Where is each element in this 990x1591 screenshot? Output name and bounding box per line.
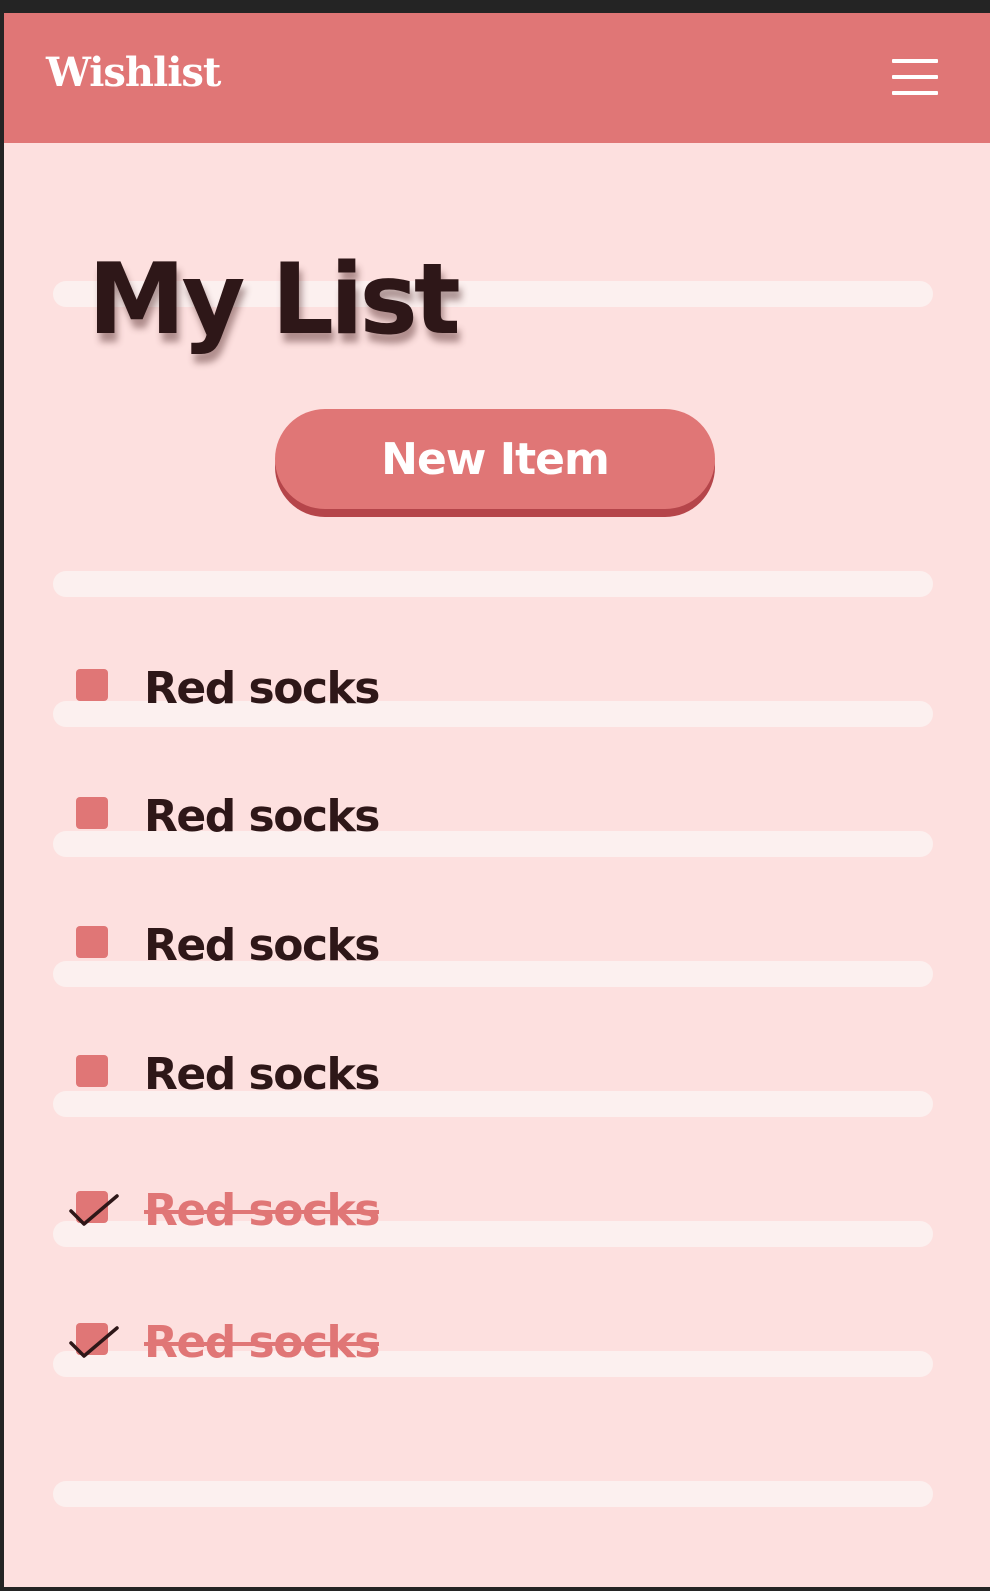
item-checkbox-checked[interactable] bbox=[76, 1191, 108, 1223]
hamburger-menu-icon[interactable] bbox=[892, 57, 938, 97]
item-label[interactable]: Red socks bbox=[144, 1047, 381, 1103]
app-screen: Wishlist My List New Item Red socks Red … bbox=[4, 13, 990, 1587]
app-title: Wishlist bbox=[46, 49, 221, 96]
ruled-line bbox=[53, 571, 933, 597]
ruled-line bbox=[53, 1481, 933, 1507]
item-checkbox[interactable] bbox=[76, 1055, 108, 1087]
item-checkbox[interactable] bbox=[76, 926, 108, 958]
list-item-completed: Red socks bbox=[69, 1315, 494, 1375]
list-item: Red socks bbox=[74, 1047, 494, 1107]
item-checkbox[interactable] bbox=[76, 669, 108, 701]
app-header: Wishlist bbox=[4, 13, 990, 143]
item-label[interactable]: Red socks bbox=[144, 661, 381, 717]
list-item: Red socks bbox=[74, 661, 494, 721]
item-checkbox[interactable] bbox=[76, 797, 108, 829]
item-label[interactable]: Red socks bbox=[144, 918, 381, 974]
item-label[interactable]: Red socks bbox=[144, 1183, 381, 1239]
page-title: My List bbox=[88, 243, 461, 357]
item-checkbox-checked[interactable] bbox=[76, 1323, 108, 1355]
list-item-completed: Red socks bbox=[69, 1183, 494, 1243]
new-item-button[interactable]: New Item bbox=[275, 409, 715, 509]
list-item: Red socks bbox=[74, 789, 494, 849]
item-label[interactable]: Red socks bbox=[144, 789, 381, 845]
list-item: Red socks bbox=[74, 918, 494, 978]
item-label[interactable]: Red socks bbox=[144, 1315, 381, 1371]
